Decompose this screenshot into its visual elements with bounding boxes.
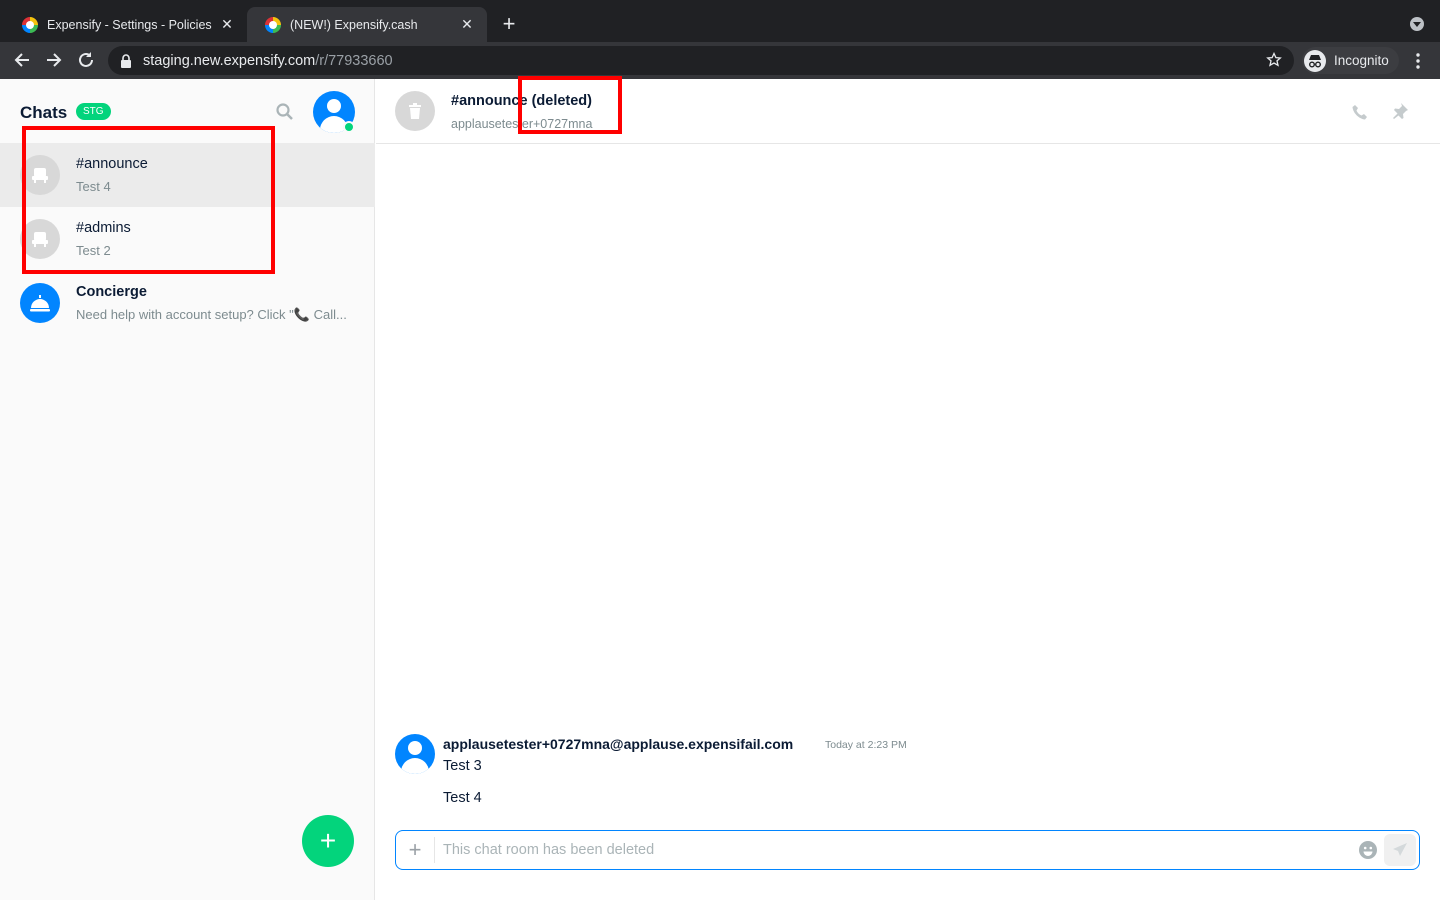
composer-divider (434, 837, 435, 863)
incognito-icon (1304, 49, 1326, 72)
forward-arrow-icon[interactable] (43, 49, 65, 71)
message-text: Test 4 (443, 790, 482, 806)
close-tab-icon[interactable]: ✕ (459, 16, 475, 33)
annotation-box-deleted-label (518, 76, 622, 134)
chat-view: #announce (deleted) applausetester+0727m… (376, 79, 1440, 900)
tab-title: Expensify - Settings - Policies (47, 17, 212, 32)
concierge-bell-icon (30, 295, 50, 312)
incognito-indicator[interactable]: Incognito (1302, 47, 1399, 74)
chat-name: Concierge (76, 284, 147, 300)
browser-tab-expensify-cash[interactable]: (NEW!) Expensify.cash ✕ (247, 7, 487, 42)
more-menu-icon[interactable] (1414, 52, 1422, 70)
expensify-favicon-icon (22, 16, 38, 33)
message-input[interactable] (443, 837, 1343, 863)
environment-badge: STG (76, 103, 111, 120)
deleted-room-avatar (395, 91, 435, 131)
concierge-avatar (20, 283, 60, 323)
close-tab-icon[interactable]: ✕ (219, 16, 235, 33)
tab-search-icon[interactable] (1410, 17, 1424, 31)
browser-tab-policies[interactable]: Expensify - Settings - Policies ✕ (4, 7, 247, 42)
chat-preview: Need help with account setup? Click "📞 C… (76, 307, 347, 322)
back-arrow-icon[interactable] (11, 49, 33, 71)
message-author-avatar[interactable] (395, 734, 435, 774)
lock-icon (121, 53, 131, 68)
send-icon (1393, 843, 1407, 856)
add-attachment-icon[interactable]: + (405, 839, 425, 861)
search-icon[interactable] (275, 102, 295, 122)
message-text: Test 3 (443, 758, 482, 774)
annotation-box-chat-list (22, 126, 275, 274)
tab-title: (NEW!) Expensify.cash (290, 17, 418, 32)
message-author: applausetester+0727mna@applause.expensif… (443, 736, 794, 752)
phone-icon[interactable] (1351, 103, 1369, 121)
trash-icon (409, 103, 421, 119)
new-tab-icon[interactable]: + (498, 13, 520, 35)
message-composer: + (395, 830, 1420, 870)
reload-icon[interactable] (75, 49, 97, 71)
sidebar-title: Chats (20, 103, 68, 122)
expensify-favicon-icon (265, 16, 281, 33)
send-button[interactable] (1384, 834, 1416, 866)
address-bar[interactable]: staging.new.expensify.com/r/77933660 (108, 46, 1294, 75)
incognito-label: Incognito (1334, 53, 1389, 68)
bookmark-star-icon[interactable] (1266, 52, 1282, 68)
pin-icon[interactable] (1391, 102, 1409, 120)
online-status-dot (343, 121, 355, 133)
browser-tab-bar: Expensify - Settings - Policies ✕ (NEW!)… (0, 0, 1440, 42)
message-timestamp: Today at 2:23 PM (825, 739, 907, 751)
new-chat-button[interactable]: + (302, 815, 354, 867)
chat-item-concierge[interactable]: Concierge Need help with account setup? … (0, 271, 375, 335)
emoji-icon[interactable] (1359, 841, 1377, 859)
url-host: staging.new.expensify.com (143, 52, 316, 69)
browser-toolbar: staging.new.expensify.com/r/77933660 Inc… (0, 42, 1440, 79)
url-path: /r/77933660 (315, 52, 393, 69)
